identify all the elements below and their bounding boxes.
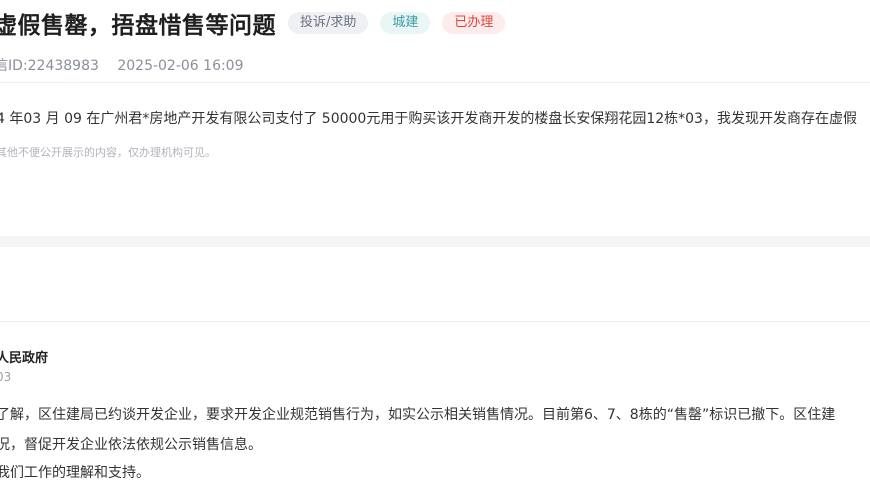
- reply-org-name: 人民政府: [0, 351, 49, 366]
- reply-line: 我们工作的理解和支持。: [0, 465, 150, 481]
- title-row: 虚假售罄，捂盘惜售等问题 投诉/求助 城建 已办理: [0, 6, 506, 40]
- divider: [0, 321, 870, 322]
- status-badge: 已办理: [442, 12, 506, 34]
- section-separator: [0, 236, 870, 247]
- reply-line: 况，督促开发企业依法依规公示销售信息。: [0, 437, 262, 453]
- post-datetime: 2025-02-06 16:09: [117, 58, 244, 74]
- page-title: 虚假售罄，捂盘惜售等问题: [0, 13, 276, 39]
- privacy-note: 其他不便公开展示的内容，仅办理机构可见。: [0, 146, 216, 159]
- tag-type[interactable]: 投诉/求助: [288, 12, 369, 34]
- post-id: 信ID:22438983: [0, 58, 99, 74]
- tag-category[interactable]: 城建: [380, 12, 431, 34]
- reply-line: 了解，区住建局已约谈开发企业，要求开发企业规范销售行为，如实公示相关销售情况。目…: [0, 407, 836, 423]
- post-meta: 信ID:22438983 2025-02-06 16:09: [0, 55, 258, 75]
- post-content: 4 年03 月 09 在广州君*房地产开发有限公司支付了 50000元用于购买该…: [0, 111, 857, 127]
- reply-date: 03: [0, 370, 12, 384]
- divider: [0, 82, 870, 83]
